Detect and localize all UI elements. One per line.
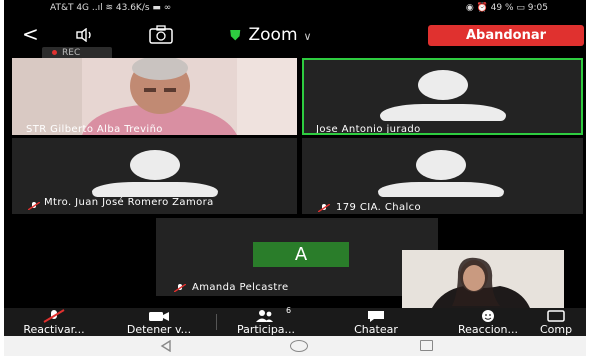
- video-tile-jose[interactable]: Jose Antonio jurado: [302, 58, 583, 135]
- participant-name: STR Gilberto Alba Treviño: [26, 124, 163, 135]
- avatar-head-icon: [130, 150, 180, 180]
- shield-icon: ⛊: [230, 28, 241, 44]
- avatar-head-icon: [416, 150, 466, 180]
- avatar-body-icon: [380, 104, 506, 121]
- mic-muted-icon: [318, 204, 330, 212]
- share-screen-icon: [547, 310, 565, 322]
- video-tile-gilberto[interactable]: STR Gilberto Alba Treviño: [12, 58, 297, 135]
- avatar-body-icon: [92, 182, 218, 197]
- self-video-image: [402, 250, 564, 308]
- divider: [216, 314, 217, 330]
- self-view-video[interactable]: [402, 250, 564, 308]
- leave-button[interactable]: Abandonar: [428, 25, 584, 46]
- meeting-title[interactable]: ⛊ Zoom ∨: [230, 25, 312, 45]
- participants-label: Participa...: [236, 323, 296, 336]
- participants-button[interactable]: 6 Participa...: [222, 306, 310, 336]
- status-left: AT&T 4G ..ıl ≋ 43.6K/s ▬ ∞: [50, 3, 172, 13]
- participant-name: Mtro. Juan José Romero Zamora: [44, 197, 214, 208]
- chat-button[interactable]: Chatear: [350, 308, 402, 336]
- zoom-meeting-screen: AT&T 4G ..ıl ≋ 43.6K/s ▬ ∞ ◉ ⏰ 49 % ▭ 9:…: [4, 0, 586, 356]
- stop-video-label: Detener v...: [126, 323, 192, 336]
- mic-muted-icon: [174, 284, 186, 292]
- emoji-icon: [482, 310, 494, 322]
- status-bar: AT&T 4G ..ıl ≋ 43.6K/s ▬ ∞ ◉ ⏰ 49 % ▭ 9:…: [4, 0, 586, 16]
- stop-video-button[interactable]: Detener v...: [108, 308, 210, 336]
- system-nav-bar: [4, 336, 586, 356]
- mic-muted-icon: [28, 202, 40, 210]
- avatar-initial: A: [253, 242, 349, 267]
- participant-name: 179 CIA. Chalco: [336, 202, 422, 213]
- recording-label: REC: [62, 48, 81, 58]
- video-tile-amanda[interactable]: A Amanda Pelcastre: [156, 218, 438, 296]
- participant-name: Jose Antonio jurado: [316, 124, 421, 135]
- avatar-body-icon: [378, 182, 504, 197]
- reactions-label: Reaccion...: [457, 323, 518, 336]
- record-dot-icon: [52, 50, 57, 55]
- reactions-button[interactable]: Reaccion...: [440, 308, 536, 336]
- meeting-title-text: Zoom: [248, 25, 298, 45]
- status-right: ◉ ⏰ 49 % ▭ 9:05: [465, 3, 548, 13]
- chat-label: Chatear: [354, 323, 398, 336]
- participants-icon: [256, 310, 273, 322]
- mic-muted-icon: [43, 309, 65, 323]
- unmute-label: Reactivar...: [23, 323, 85, 336]
- speaker-icon[interactable]: [76, 28, 94, 42]
- share-label: Comp: [540, 323, 573, 336]
- participant-name: Amanda Pelcastre: [192, 282, 289, 293]
- meeting-controls: Reactivar... Detener v... 6 Participa...: [4, 306, 586, 336]
- video-camera-icon: [149, 312, 169, 321]
- chat-icon: [368, 311, 384, 322]
- recents-square-icon[interactable]: [420, 340, 433, 351]
- back-triangle-icon[interactable]: [160, 340, 172, 352]
- video-tile-cia-chalco[interactable]: 179 CIA. Chalco: [302, 138, 583, 214]
- switch-camera-icon[interactable]: [148, 25, 174, 45]
- chevron-down-icon: ∨: [303, 30, 312, 43]
- home-circle-icon[interactable]: [290, 340, 308, 352]
- back-button[interactable]: <: [22, 22, 39, 46]
- share-button[interactable]: Comp: [540, 308, 586, 336]
- avatar-head-icon: [418, 70, 468, 100]
- unmute-button[interactable]: Reactivar...: [4, 308, 104, 336]
- participants-count: 6: [286, 306, 292, 315]
- video-tile-juan[interactable]: Mtro. Juan José Romero Zamora: [12, 138, 297, 214]
